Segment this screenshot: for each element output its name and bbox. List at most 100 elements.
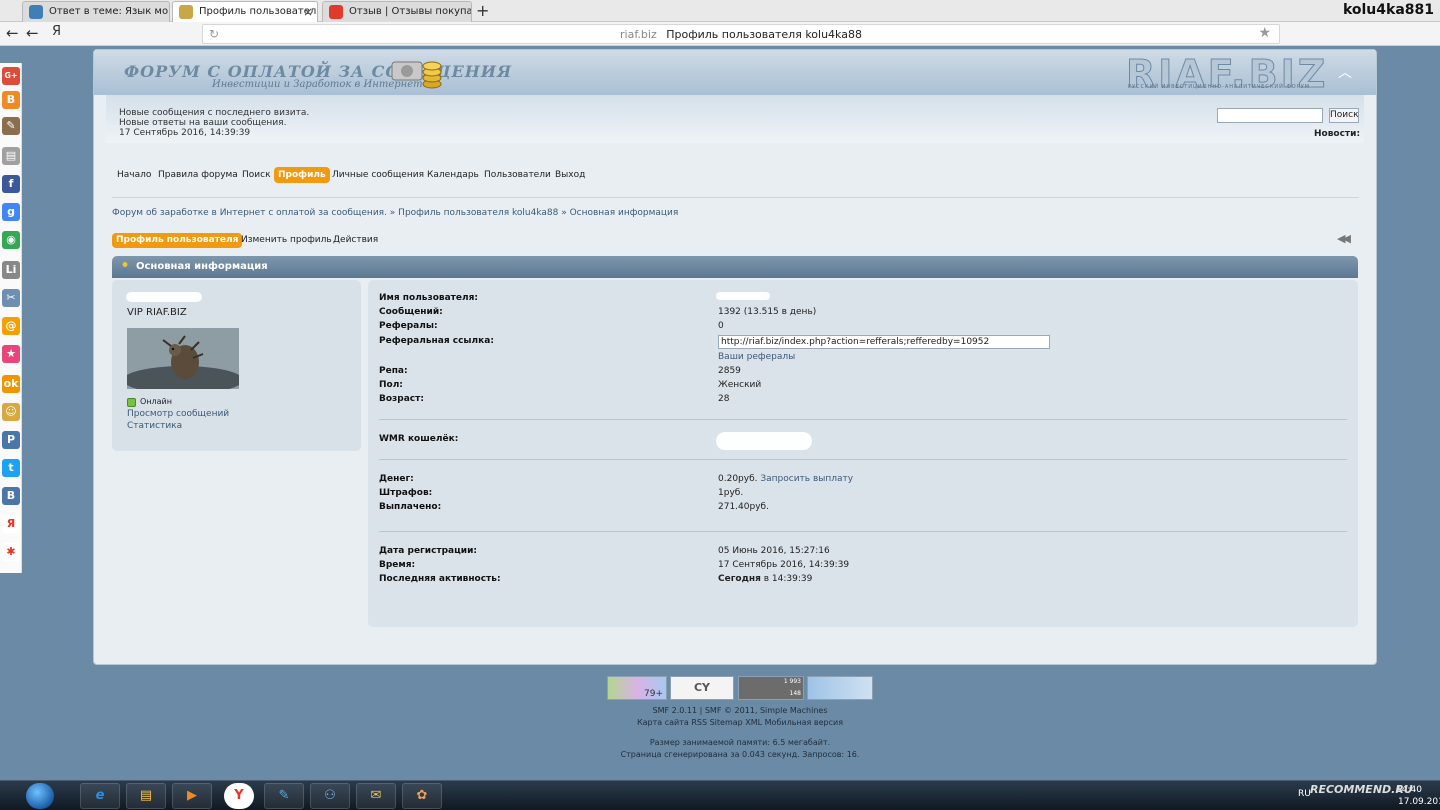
fines-value: 1руб. [718, 488, 744, 498]
attachment-icon[interactable]: ✂ [2, 289, 20, 307]
your-referrals-link[interactable]: Ваши рефералы [718, 352, 795, 362]
search-input[interactable] [1217, 108, 1323, 123]
start-button[interactable] [26, 783, 54, 809]
menu-home[interactable]: Начало [117, 167, 151, 183]
money-amount: 0.20руб. [718, 474, 758, 484]
star-icon[interactable]: ★ [2, 345, 20, 363]
footer-links[interactable]: Карта сайта RSS Sitemap XML Мобильная ве… [560, 718, 920, 727]
posts-label: Сообщений: [379, 307, 443, 317]
user-icon [121, 262, 129, 272]
menu-profile[interactable]: Профиль [274, 167, 330, 183]
vk-icon[interactable]: B [2, 487, 20, 505]
blogger-icon[interactable]: B [2, 91, 20, 109]
forum-container: ФОРУМ С ОПЛАТОЙ ЗА СООБЩЕНИЯ Инвестиции … [93, 49, 1377, 665]
last-active-day: Сегодня [718, 574, 761, 584]
tab-edit-profile[interactable]: Изменить профиль [241, 233, 332, 248]
clock-date[interactable]: 17.09.2016 [1398, 797, 1440, 807]
gender-label: Пол: [379, 380, 403, 390]
chrome-icon[interactable]: ◉ [2, 231, 20, 249]
reg-date-value: 05 Июнь 2016, 15:27:16 [718, 546, 830, 556]
username-label: Имя пользователя: [379, 293, 478, 303]
back-button[interactable]: ← [26, 24, 39, 42]
brand-subtitle: РУССКИЙ ИНВЕСТИЦИОННО-АНАЛИТИЧЕСКИЙ ФОРУ… [1128, 84, 1311, 90]
new-posts-link[interactable]: Новые сообщения с последнего визита. [119, 108, 309, 118]
avatar [127, 328, 239, 389]
new-tab-button[interactable]: + [476, 1, 489, 20]
menu-messages[interactable]: Личные сообщения [332, 167, 424, 183]
runner-icon[interactable]: ✱ [2, 543, 20, 561]
menu-search[interactable]: Поиск [242, 167, 271, 183]
new-replies-link[interactable]: Новые ответы на ваши сообщения. [119, 118, 286, 128]
smile-icon[interactable]: ☺ [2, 403, 20, 421]
member-group: VIP RIAF.BIZ [127, 307, 187, 318]
yandex-icon[interactable]: Я [52, 24, 61, 39]
bookmark-star-icon[interactable]: ★ [1258, 25, 1271, 41]
menu-users[interactable]: Пользователи [484, 167, 551, 183]
fines-label: Штрафов: [379, 488, 433, 498]
time-value: 17 Сентябрь 2016, 14:39:39 [718, 560, 850, 570]
odnoklassniki-icon[interactable]: ok [2, 375, 20, 393]
paid-value: 271.40руб. [718, 502, 769, 512]
back-arrow-icon[interactable]: ← [6, 24, 19, 42]
notepad-icon[interactable]: ✎ [264, 783, 304, 809]
tab-forum-reply[interactable]: Ответ в теме: Язык мой, враг мой [22, 1, 170, 22]
reload-icon[interactable]: ↻ [209, 27, 219, 41]
yandex-sidebar-icon[interactable]: Я [2, 515, 20, 533]
redacted-username-value [716, 292, 770, 300]
menu-calendar[interactable]: Календарь [427, 167, 479, 183]
view-posts-link[interactable]: Просмотр сообщений [127, 409, 229, 419]
counter-badges: 79+ CY 1 993 148 [607, 676, 875, 700]
address-bar[interactable]: ↻ riaf.biz Профиль пользователя kolu4ka8… [202, 24, 1280, 44]
hosting-badge[interactable] [807, 676, 873, 700]
twitter-icon[interactable]: t [2, 459, 20, 477]
google-plus-icon[interactable]: G+ [2, 67, 20, 85]
online-status-icon [127, 398, 136, 407]
internet-explorer-icon[interactable]: e [80, 783, 120, 809]
yandex-browser-icon[interactable]: Y [224, 783, 254, 809]
tab-review[interactable]: Отзыв | Отзывы покупателей [322, 1, 472, 22]
section-title: Основная информация [136, 261, 268, 272]
referrals-label: Рефералы: [379, 321, 438, 331]
tab-actions[interactable]: Действия [333, 233, 378, 248]
counter-badge[interactable]: 79+ [607, 676, 667, 700]
request-payout-link[interactable]: Запросить выплату [760, 474, 853, 484]
collapse-chevron-icon[interactable]: ︿ [1338, 62, 1352, 82]
yandex-cy-badge[interactable]: CY [670, 676, 734, 700]
breadcrumb[interactable]: Форум об заработке в Интернет с оплатой … [112, 208, 678, 218]
liveinternet-icon[interactable]: Li [2, 261, 20, 279]
google-icon[interactable]: g [2, 203, 20, 221]
explorer-folder-icon[interactable]: ▤ [126, 783, 166, 809]
paint-icon[interactable]: ✿ [402, 783, 442, 809]
rewind-icon[interactable]: ◀◀ [1337, 232, 1351, 245]
language-indicator[interactable]: RU [1298, 789, 1311, 799]
media-player-icon[interactable]: ▶ [172, 783, 212, 809]
mail-icon[interactable]: ✉ [356, 783, 396, 809]
age-label: Возраст: [379, 394, 424, 404]
browser-user-name[interactable]: kolu4ka881 [1343, 2, 1434, 18]
mail-at-icon[interactable]: @ [2, 317, 20, 335]
close-icon[interactable]: × [303, 5, 313, 19]
smf-copyright[interactable]: SMF 2.0.11 | SMF © 2011, Simple Machines [560, 706, 920, 715]
network-icon[interactable]: ⚇ [310, 783, 350, 809]
bookmark-icon[interactable]: ▤ [2, 147, 20, 165]
ref-link-field[interactable]: http://riaf.biz/index.php?action=reffera… [718, 335, 1050, 349]
pushkin-icon[interactable]: P [2, 431, 20, 449]
watermark: RECOMMEND.RU [1310, 783, 1413, 796]
time-label: Время: [379, 560, 416, 570]
address-domain: riaf.biz [620, 28, 657, 41]
tab-profile-info[interactable]: Профиль пользователя [112, 233, 243, 248]
browser-sidebar: G+ B ✎ ▤ f g ◉ Li ✂ @ ★ ok ☺ P t B Я ✱ [0, 63, 22, 573]
extension-icon[interactable]: ✎ [2, 117, 20, 135]
statistics-link[interactable]: Статистика [127, 421, 182, 431]
liveinternet-badge[interactable]: 1 993 148 [738, 676, 804, 700]
menu-rules[interactable]: Правила форума [158, 167, 238, 183]
search-button[interactable]: Поиск [1329, 108, 1359, 123]
online-status-label: Онлайн [140, 397, 172, 406]
tab-user-profile[interactable]: Профиль пользователя kolu4ka88 × [172, 1, 318, 22]
coins-icon [391, 61, 442, 89]
referrals-value: 0 [718, 321, 724, 331]
menu-logout[interactable]: Выход [555, 167, 585, 183]
rep-value: 2859 [718, 366, 741, 376]
facebook-icon[interactable]: f [2, 175, 20, 193]
user-info-bar: Новые сообщения с последнего визита. Нов… [106, 95, 1364, 143]
